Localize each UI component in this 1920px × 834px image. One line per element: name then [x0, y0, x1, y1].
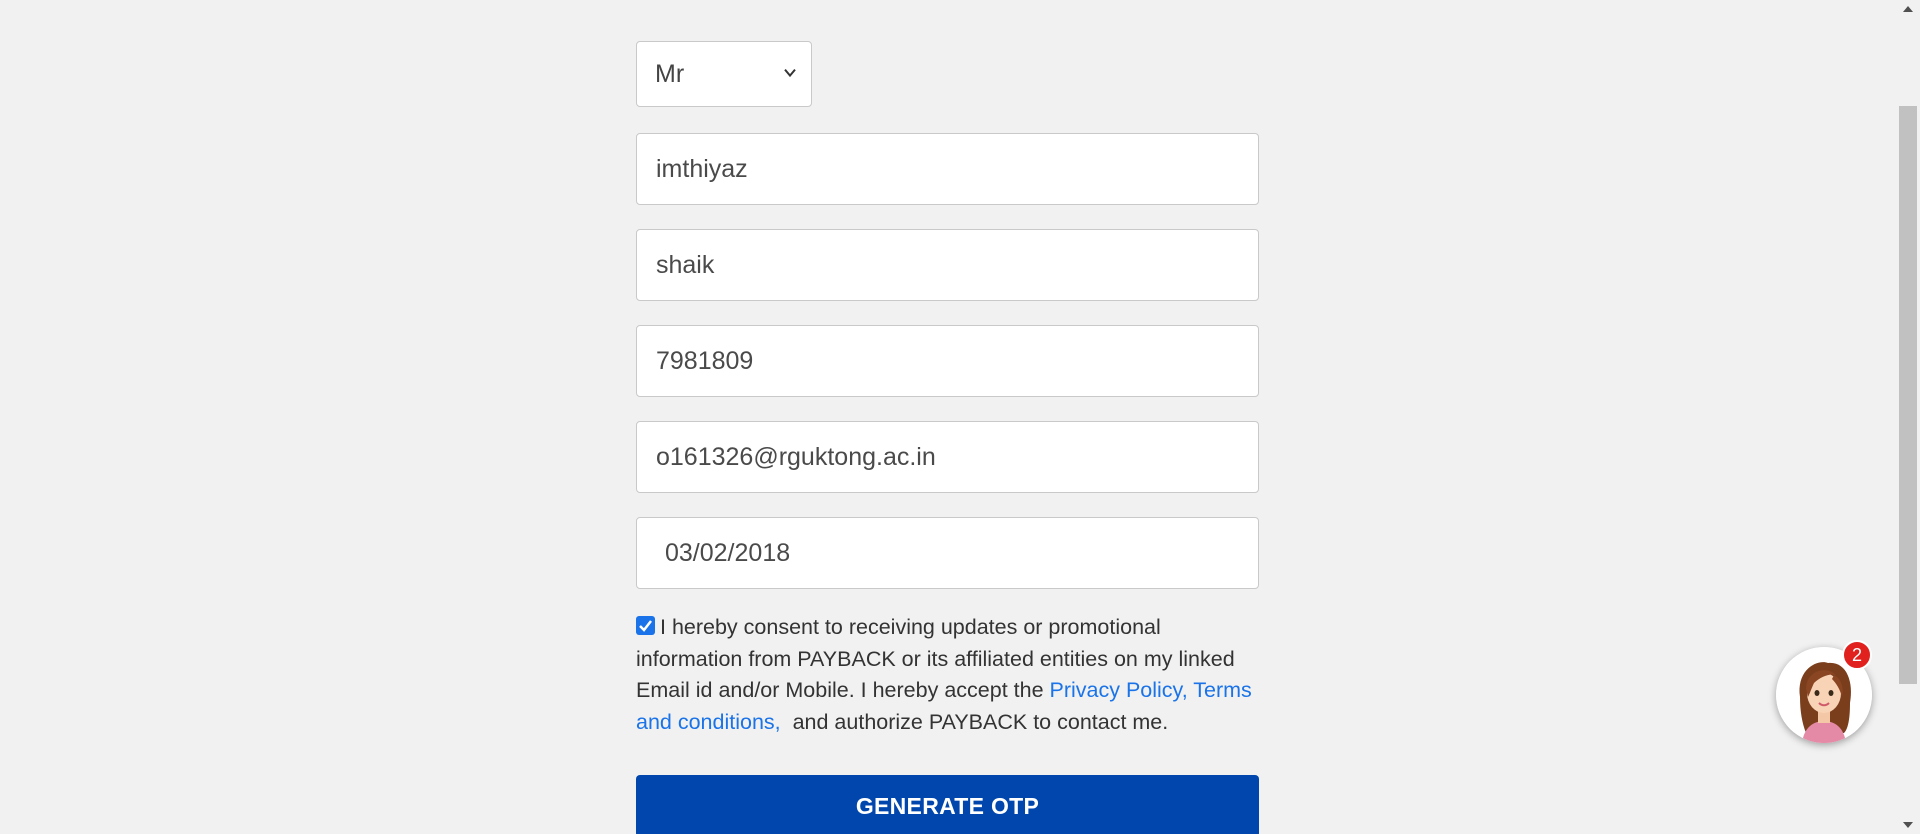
dob-input[interactable]: 03/02/2018	[636, 517, 1259, 589]
first-name-input[interactable]: imthiyaz	[636, 133, 1259, 205]
consent-checkbox[interactable]	[636, 616, 655, 635]
last-name-value: shaik	[656, 250, 715, 279]
notification-badge: 2	[1842, 640, 1872, 670]
page: Mr imthiyaz shaik 7981809 o161326@rgukto…	[0, 0, 1920, 834]
scroll-up-arrow-icon[interactable]	[1903, 6, 1913, 12]
checkmark-icon	[639, 620, 652, 632]
consent-text-end: and authorize PAYBACK to contact me.	[780, 709, 1169, 734]
chevron-down-icon	[784, 68, 796, 78]
dob-value: 03/02/2018	[665, 538, 791, 567]
email-value: o161326@rguktong.ac.in	[656, 442, 936, 471]
first-name-value: imthiyaz	[656, 154, 748, 183]
scrollbar-thumb[interactable]	[1899, 106, 1917, 684]
generate-otp-button[interactable]: GENERATE OTP	[636, 775, 1259, 834]
consent-section: I hereby consent to receiving updates or…	[636, 612, 1256, 738]
last-name-input[interactable]: shaik	[636, 229, 1259, 301]
title-select[interactable]: Mr	[636, 41, 812, 107]
title-select-value: Mr	[655, 59, 685, 88]
vertical-scrollbar[interactable]	[1896, 0, 1920, 834]
email-input[interactable]: o161326@rguktong.ac.in	[636, 421, 1259, 493]
mobile-value: 7981809	[656, 346, 754, 375]
mobile-input[interactable]: 7981809	[636, 325, 1259, 397]
scroll-down-arrow-icon[interactable]	[1903, 822, 1913, 828]
